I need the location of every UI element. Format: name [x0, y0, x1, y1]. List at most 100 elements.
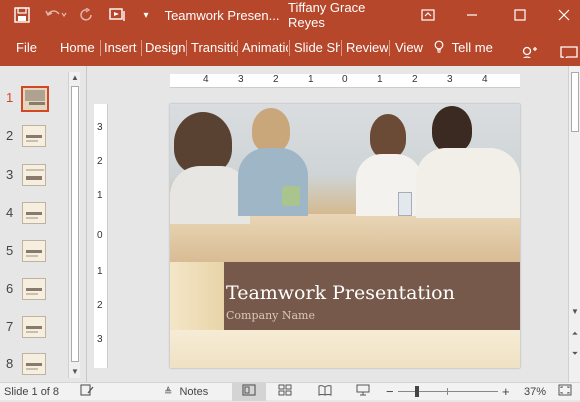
- ribbon-display-options-icon[interactable]: [414, 0, 442, 30]
- ruler-label: 3: [238, 74, 244, 85]
- ruler-label: 2: [97, 300, 103, 311]
- ruler-label: 2: [97, 156, 103, 167]
- thumbnail-image: [22, 278, 46, 300]
- scrollbar-thumb[interactable]: [571, 72, 579, 132]
- thumbnail-number: 2: [6, 128, 14, 143]
- comments-icon[interactable]: [560, 40, 580, 58]
- slide-sorter-view-button[interactable]: [278, 383, 292, 401]
- tell-me-label: Tell me: [451, 40, 493, 55]
- thumbnail-number: 7: [6, 319, 14, 334]
- tab-animations[interactable]: Animatic: [242, 30, 288, 66]
- ruler-label: 3: [97, 122, 103, 133]
- thumbnail-number: 1: [6, 90, 14, 105]
- thumbnail-slide-7[interactable]: 7: [0, 313, 68, 343]
- pane-divider[interactable]: [86, 66, 87, 382]
- title-accent-bar: [170, 262, 224, 330]
- share-user-icon[interactable]: [520, 40, 540, 58]
- slide-show-icon: [356, 384, 370, 396]
- thumbnail-number: 4: [6, 205, 14, 220]
- thumbnail-slide-5[interactable]: 5: [0, 237, 68, 267]
- undo-icon[interactable]: [40, 0, 72, 30]
- ruler-label: 2: [273, 74, 279, 85]
- tab-review[interactable]: Review: [346, 30, 388, 66]
- close-icon[interactable]: [550, 0, 578, 30]
- thumbnail-slide-3[interactable]: 3: [0, 161, 68, 191]
- ruler-label: 1: [308, 74, 314, 85]
- ruler-label: 2: [412, 74, 418, 85]
- thumbnail-slide-4[interactable]: 4: [0, 199, 68, 229]
- team-meeting-photo[interactable]: [170, 104, 520, 262]
- reading-view-icon: [318, 385, 332, 396]
- thumbnail-number: 3: [6, 167, 14, 182]
- maximize-icon[interactable]: [506, 0, 534, 30]
- tab-design[interactable]: Design: [145, 30, 186, 66]
- reading-view-button[interactable]: [318, 383, 332, 401]
- thumbnail-image: [21, 86, 49, 112]
- thumbnail-image: [22, 316, 46, 338]
- thumbnail-image: [22, 125, 46, 147]
- slide-title[interactable]: Teamwork Presentation: [226, 282, 455, 304]
- zoom-out-button[interactable]: −: [386, 383, 394, 401]
- ribbon-tabs: File Home Insert Design Transitic Animat…: [0, 30, 580, 66]
- ruler-label: 1: [377, 74, 383, 85]
- vertical-ruler: 3 2 1 0 1 2 3: [94, 104, 108, 368]
- next-slide-icon[interactable]: ⏷: [569, 348, 580, 360]
- notes-button[interactable]: ≜ Notes: [164, 383, 208, 401]
- photo-person: [432, 106, 472, 152]
- scrollbar-thumb[interactable]: [71, 86, 79, 362]
- redo-icon[interactable]: [76, 0, 98, 30]
- thumbnail-image: [22, 164, 46, 186]
- zoom-slider[interactable]: [398, 383, 498, 401]
- ruler-label: 4: [482, 74, 488, 85]
- document-title: Teamwork Presen...: [164, 7, 280, 23]
- scroll-down-arrow-icon[interactable]: ▼: [69, 366, 81, 378]
- slide-count-status: Slide 1 of 8: [4, 386, 60, 398]
- tab-home[interactable]: Home: [60, 30, 100, 66]
- tab-slide-show[interactable]: Slide Sh: [294, 30, 340, 66]
- slide-sorter-icon: [278, 384, 292, 396]
- normal-view-icon: [242, 384, 256, 396]
- scroll-down-arrow-icon[interactable]: ▼: [569, 306, 580, 318]
- ruler-label: 0: [97, 230, 103, 241]
- user-name[interactable]: Tiffany Grace Reyes: [288, 0, 404, 30]
- zoom-level[interactable]: 37%: [524, 383, 546, 401]
- previous-slide-icon[interactable]: ⏶: [569, 328, 580, 340]
- thumbnail-scrollbar[interactable]: ▲ ▼: [68, 72, 80, 378]
- thumbnail-number: 8: [6, 356, 14, 371]
- thumbnail-slide-1[interactable]: 1: [0, 84, 68, 114]
- notes-icon: ≜: [164, 387, 173, 398]
- ruler-label: 1: [97, 266, 103, 277]
- normal-view-button[interactable]: [232, 383, 266, 401]
- slide-subtitle[interactable]: Company Name: [226, 309, 315, 322]
- customize-qat-icon[interactable]: ▾: [138, 0, 154, 30]
- thumbnail-image: [22, 353, 46, 375]
- photo-person: [370, 114, 406, 158]
- lightbulb-icon: [434, 40, 444, 53]
- slide-show-view-button[interactable]: [356, 383, 370, 401]
- tell-me-box[interactable]: Tell me: [434, 30, 504, 66]
- thumbnail-slide-6[interactable]: 6: [0, 275, 68, 305]
- tab-transitions[interactable]: Transitic: [191, 30, 237, 66]
- fit-slide-icon[interactable]: [558, 383, 572, 401]
- minimize-icon[interactable]: [458, 0, 486, 30]
- ruler-label: 0: [342, 74, 348, 85]
- thumbnail-number: 5: [6, 243, 14, 258]
- editor-scrollbar[interactable]: ▼ ⏶ ⏷: [568, 66, 580, 382]
- save-icon[interactable]: [8, 0, 36, 30]
- tab-file[interactable]: File: [16, 30, 46, 66]
- photo-person: [174, 112, 232, 174]
- zoom-in-button[interactable]: +: [502, 383, 510, 401]
- ruler-label: 3: [97, 334, 103, 345]
- thumbnail-slide-8[interactable]: 8: [0, 350, 68, 380]
- horizontal-ruler: 4 3 2 1 0 1 2 3 4: [170, 74, 520, 88]
- zoom-slider-thumb[interactable]: [415, 386, 419, 397]
- scroll-up-arrow-icon[interactable]: ▲: [69, 72, 81, 84]
- title-bar: ▾ Teamwork Presen... Tiffany Grace Reyes: [0, 0, 580, 30]
- spelling-check-icon[interactable]: [80, 383, 94, 401]
- tab-view[interactable]: View: [395, 30, 425, 66]
- slide-canvas[interactable]: Teamwork Presentation Company Name: [170, 104, 520, 368]
- status-bar: Slide 1 of 8 ≜ Notes − + 37%: [0, 382, 580, 401]
- tab-insert[interactable]: Insert: [104, 30, 142, 66]
- present-from-start-icon[interactable]: [104, 0, 132, 30]
- thumbnail-slide-2[interactable]: 2: [0, 122, 68, 152]
